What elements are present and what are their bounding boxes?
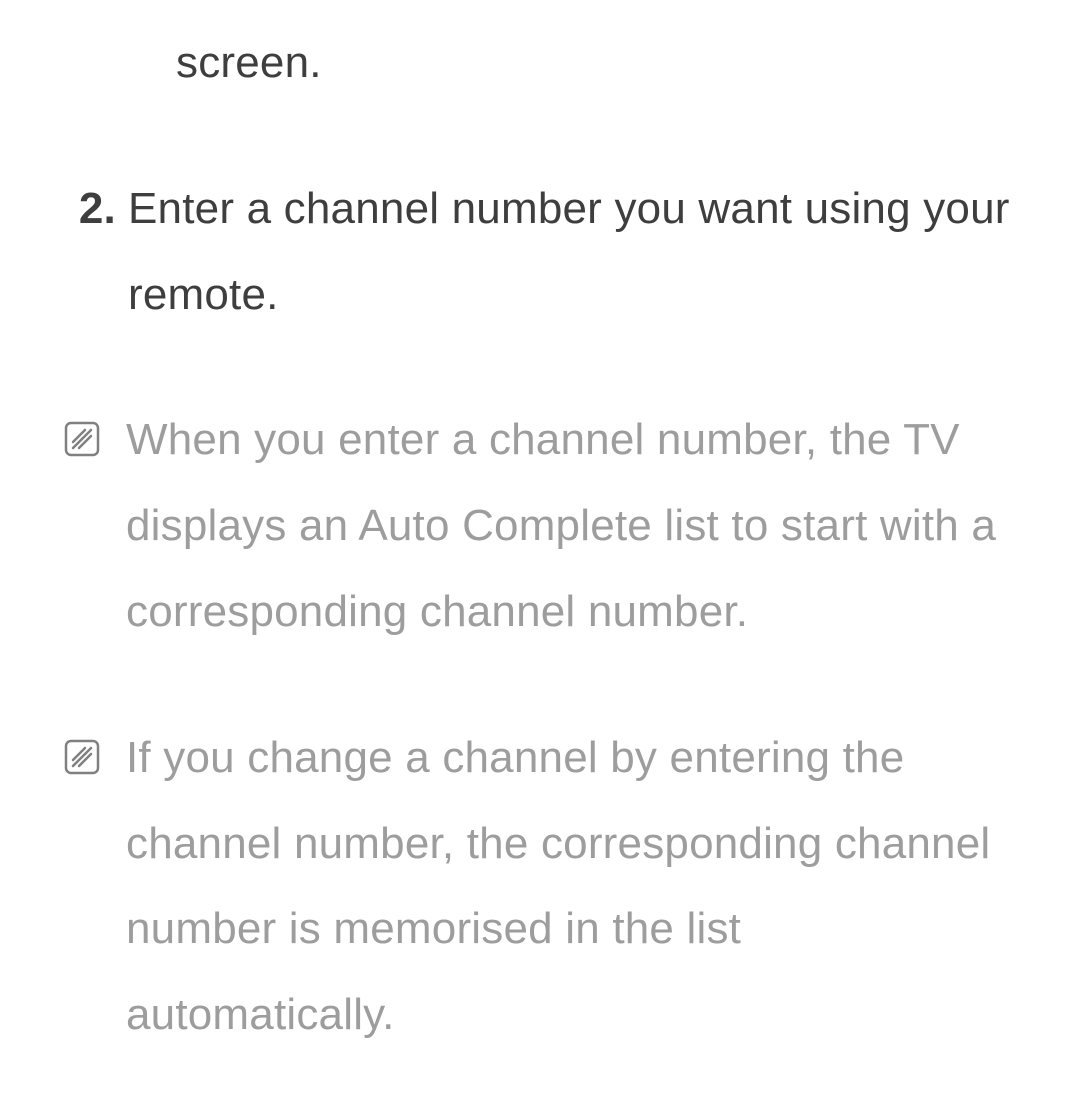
manual-page: screen. 2. Enter a channel number you wa… xyxy=(0,0,1080,1104)
note-text: If you change a channel by entering the … xyxy=(126,715,1020,1058)
note-text: When you enter a channel number, the TV … xyxy=(126,397,1020,654)
note-icon xyxy=(64,421,100,457)
note-icon-wrap xyxy=(60,715,126,775)
step-text: Enter a channel number you want using yo… xyxy=(128,166,1020,338)
note-icon xyxy=(64,739,100,775)
note-icon-wrap xyxy=(60,397,126,457)
step-item: 2. Enter a channel number you want using… xyxy=(60,166,1020,338)
note-item: When you enter a channel number, the TV … xyxy=(60,397,1020,654)
step-number: 2. xyxy=(60,166,128,252)
note-item: If you change a channel by entering the … xyxy=(60,715,1020,1058)
continuation-line: screen. xyxy=(60,20,1020,106)
